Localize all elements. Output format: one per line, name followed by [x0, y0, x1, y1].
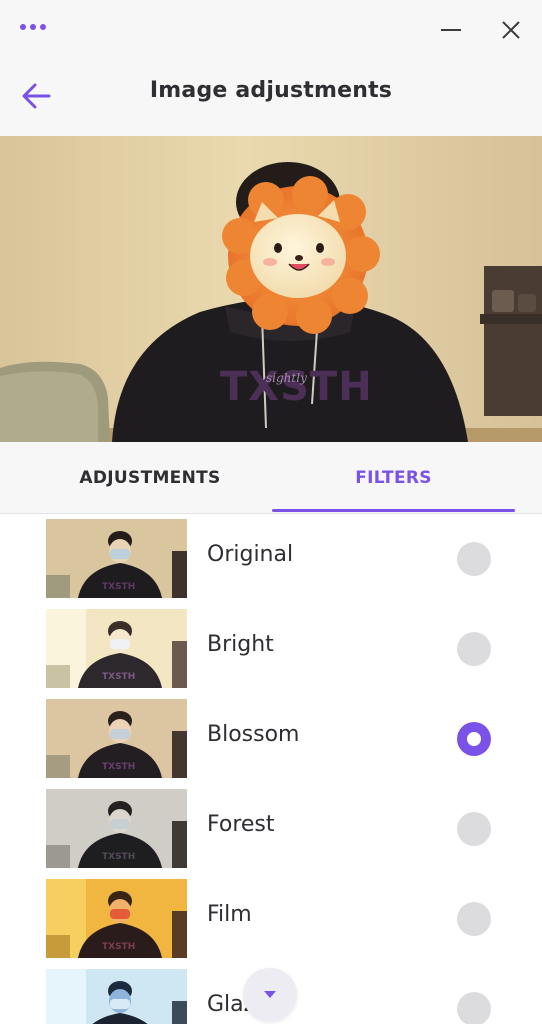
close-icon: [502, 21, 520, 39]
svg-text:TXSTH: TXSTH: [102, 672, 135, 682]
filter-list: TXSTH Original TXSTH Bright TXSTH Blosso…: [0, 514, 542, 1024]
tab-filters[interactable]: FILTERS: [272, 442, 515, 514]
more-dots-icon-dot3: [40, 24, 46, 30]
filter-thumbnail: TXSTH: [46, 609, 187, 688]
scroll-down-button[interactable]: [243, 968, 297, 1022]
filter-thumbnail: TXSTH: [46, 519, 187, 598]
filter-label: Bright: [207, 632, 274, 657]
shirt-print-subtext: sightly: [266, 371, 307, 385]
filter-item-blossom[interactable]: TXSTH Blossom: [0, 694, 542, 784]
filter-radio[interactable]: [457, 812, 491, 846]
more-dots-icon-dot2: [30, 24, 36, 30]
svg-text:TXSTH: TXSTH: [102, 942, 135, 952]
filter-item-original[interactable]: TXSTH Original: [0, 514, 542, 604]
filter-radio[interactable]: [457, 902, 491, 936]
window-titlebar: [0, 0, 542, 58]
svg-text:TXSTH: TXSTH: [102, 852, 135, 862]
filter-radio[interactable]: [457, 632, 491, 666]
page-header: Image adjustments: [0, 58, 542, 136]
filter-radio-selected[interactable]: [457, 722, 491, 756]
filter-item-bright[interactable]: TXSTH Bright: [0, 604, 542, 694]
filter-label: Film: [207, 902, 252, 927]
camera-preview: TXSTH sightly: [0, 136, 542, 442]
filter-label: Forest: [207, 812, 275, 837]
filter-radio[interactable]: [457, 542, 491, 576]
svg-text:TXSTH: TXSTH: [102, 582, 135, 592]
filter-thumbnail: TXSTH: [46, 699, 187, 778]
filter-item-forest[interactable]: TXSTH Forest: [0, 784, 542, 874]
filter-thumbnail: [46, 969, 187, 1024]
filter-thumbnail: TXSTH: [46, 789, 187, 868]
filter-item-film[interactable]: TXSTH Film: [0, 874, 542, 964]
camera-preview-image: TXSTH sightly: [0, 136, 542, 442]
more-options-button[interactable]: [14, 16, 56, 38]
filter-label: Original: [207, 542, 294, 567]
more-dots-icon: [20, 24, 26, 30]
minimize-icon: [441, 29, 461, 31]
filter-label: Blossom: [207, 722, 300, 747]
svg-text:TXSTH: TXSTH: [102, 762, 135, 772]
filter-thumbnail: TXSTH: [46, 879, 187, 958]
filter-radio[interactable]: [457, 992, 491, 1024]
page-title: Image adjustments: [149, 78, 393, 103]
minimize-button[interactable]: [433, 12, 469, 48]
active-tab-indicator: [272, 509, 515, 512]
close-button[interactable]: [493, 12, 529, 48]
chevron-down-icon: [264, 991, 276, 998]
tab-bar: ADJUSTMENTS FILTERS: [0, 442, 542, 514]
tab-adjustments[interactable]: ADJUSTMENTS: [30, 442, 270, 514]
